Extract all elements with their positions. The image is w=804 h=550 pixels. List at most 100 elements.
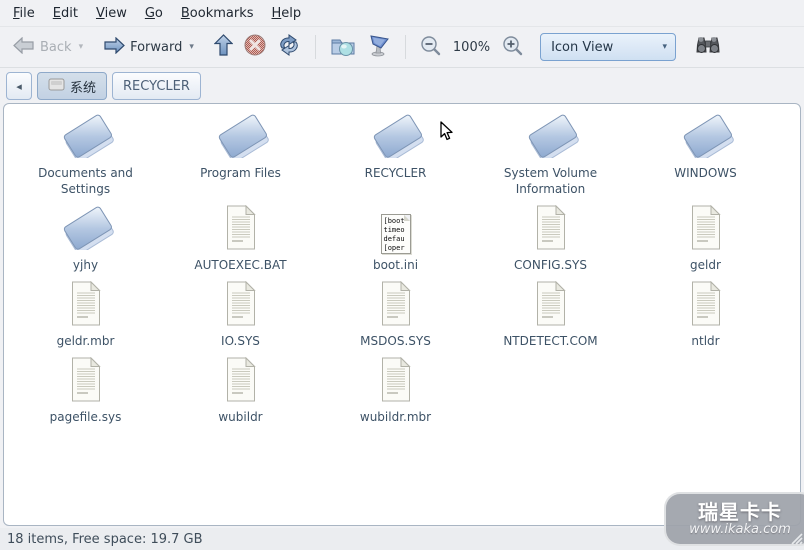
menu-view[interactable]: View [87,3,136,24]
left-triangle-icon: ◂ [16,79,22,93]
file-item-label: pagefile.sys [49,410,122,424]
path-tab-recycler[interactable]: RECYCLER [112,72,201,100]
document-icon [378,280,414,330]
back-button[interactable]: Back ▾ [8,33,88,62]
folder-icon [677,112,735,163]
file-item[interactable]: yjhy [8,206,163,273]
path-tab-system[interactable]: 系统 [37,72,108,100]
document-icon [223,356,259,406]
toolbar: Back ▾ Forward ▾ 100% Icon View ▾ [0,27,804,68]
file-manager-window: { "menu_bar": { "items": [ {"key": "F", … [0,0,804,550]
drive-icon [48,77,65,95]
menu-go[interactable]: Go [136,3,172,24]
resize-grip[interactable] [788,530,803,549]
menu-file[interactable]: File [4,3,44,24]
refresh-icon [277,34,301,60]
document-icon [223,280,259,330]
zoom-level: 100% [452,39,491,55]
file-item-label: NTDETECT.COM [503,334,598,348]
file-item[interactable]: geldr [628,204,783,273]
document-icon [378,356,414,406]
combo-arrow-icon: ▾ [662,42,668,52]
document-icon [68,356,104,406]
desktop-icon [367,33,391,61]
document-icon [223,204,259,254]
file-item-label: ntldr [691,334,720,348]
menu-help[interactable]: Help [263,3,311,24]
file-view-panel[interactable]: Documents and Settings Program Files REC… [3,103,801,526]
file-item-label: yjhy [72,258,99,272]
watermark-brand: 瑞星卡卡 [698,500,782,524]
up-arrow-icon [213,34,234,60]
reload-button[interactable] [272,30,306,64]
toolbar-separator-2 [404,35,406,59]
home-icon [330,34,357,61]
back-dropdown-icon[interactable]: ▾ [79,42,84,52]
file-item[interactable]: wubildr.mbr [318,356,473,425]
file-item[interactable]: IO.SYS [163,280,318,349]
file-item[interactable]: Program Files [163,114,318,197]
back-arrow-icon [13,36,35,58]
binoculars-icon [695,35,721,59]
file-item[interactable]: System Volume Information [473,114,628,197]
document-icon [68,280,104,330]
up-button[interactable] [209,30,238,64]
zoom-in-icon [502,35,523,60]
folder-icon [212,112,270,163]
path-bar: ◂ 系统 RECYCLER [0,68,804,104]
file-item[interactable]: pagefile.sys [8,356,163,425]
file-item[interactable]: MSDOS.SYS [318,280,473,349]
forward-button[interactable]: Forward ▾ [98,33,199,62]
file-item-label: AUTOEXEC.BAT [194,258,287,272]
view-mode-select[interactable]: Icon View ▾ [540,33,677,61]
text-preview-icon: [boot timeo defau [oper [380,214,411,254]
file-item[interactable]: NTDETECT.COM [473,280,628,349]
file-item-label: MSDOS.SYS [360,334,431,348]
stop-button [238,29,272,65]
document-icon [533,280,569,330]
file-item-label: Program Files [200,166,281,180]
watermark-url: www.ikaka.com [689,522,791,537]
file-item-label: System Volume Information [503,166,598,196]
find-button[interactable] [690,31,726,63]
file-item[interactable]: AUTOEXEC.BAT [163,204,318,273]
file-item[interactable]: ntldr [628,280,783,349]
home-button[interactable] [325,30,362,65]
file-item-label: boot.ini [372,258,419,272]
folder-icon [522,112,580,163]
folder-icon [367,112,425,163]
folder-icon [57,204,115,255]
document-icon [688,204,724,254]
menu-edit[interactable]: Edit [44,3,87,24]
forward-arrow-icon [103,36,125,58]
file-item[interactable]: wubildr [163,356,318,425]
file-item-label: geldr.mbr [56,334,115,348]
folder-icon [57,112,115,163]
file-item[interactable]: geldr.mbr [8,280,163,349]
document-icon [533,204,569,254]
file-item-label: CONFIG.SYS [514,258,587,272]
file-item[interactable]: Documents and Settings [8,114,163,197]
file-item-label: geldr [690,258,721,272]
file-item-label: wubildr [218,410,263,424]
file-item-label: IO.SYS [221,334,260,348]
menu-bar: File Edit View Go Bookmarks Help [0,0,804,27]
forward-dropdown-icon[interactable]: ▾ [189,42,194,52]
file-item[interactable]: CONFIG.SYS [473,204,628,273]
file-item[interactable]: WINDOWS [628,114,783,197]
file-item-label: wubildr.mbr [359,410,432,424]
path-scroll-left-button[interactable]: ◂ [6,72,32,100]
stop-icon [243,33,267,61]
file-grid: Documents and Settings Program Files REC… [4,104,800,425]
ikaka-watermark: 瑞星卡卡 www.ikaka.com [664,492,804,546]
menu-bookmarks[interactable]: Bookmarks [172,3,263,24]
file-item-label: RECYCLER [364,166,427,180]
desktop-button[interactable] [362,29,396,65]
zoom-out-button[interactable] [415,31,446,64]
file-item[interactable]: [boot timeo defau [oper boot.ini [318,206,473,273]
file-item-label: WINDOWS [674,166,737,180]
document-icon [688,280,724,330]
zoom-in-button[interactable] [497,31,528,64]
toolbar-separator [314,35,316,59]
zoom-out-icon [420,35,441,60]
